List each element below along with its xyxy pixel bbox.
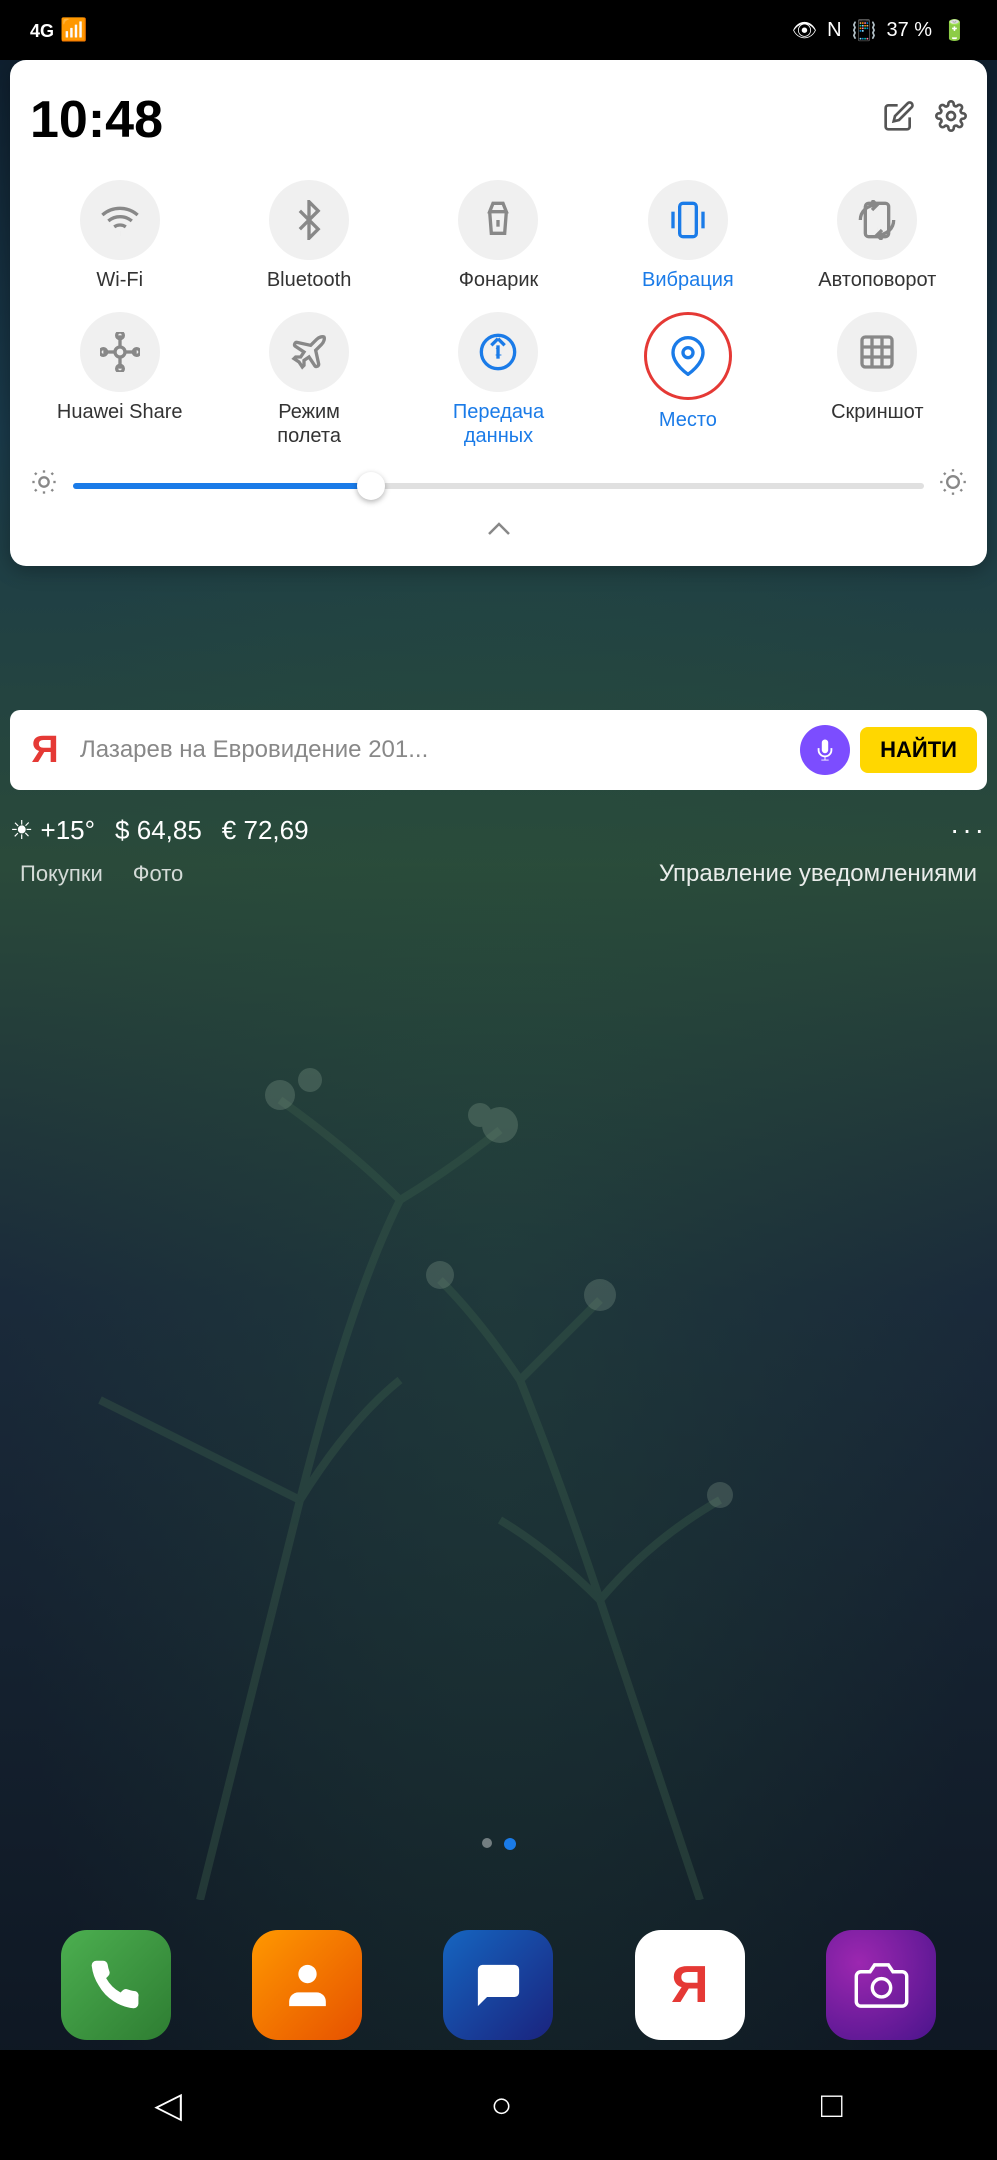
edit-button[interactable] [883, 100, 915, 140]
euro-rate: € 72,69 [222, 815, 309, 846]
home-button[interactable]: ○ [461, 2069, 543, 2141]
toggle-location[interactable]: Место [598, 312, 777, 448]
status-bar: 4G 📶 👁 N 📳 37 % 🔋 [0, 0, 997, 60]
collapse-arrow[interactable] [30, 518, 967, 546]
camera-app[interactable] [826, 1930, 936, 2040]
brightness-fill [73, 483, 371, 489]
panel-header: 10:48 [30, 90, 967, 150]
brightness-max-icon [939, 468, 967, 503]
contacts-app[interactable] [252, 1930, 362, 2040]
status-right-group: 👁 N 📳 37 % 🔋 [792, 18, 967, 43]
phone-app[interactable] [61, 1930, 171, 2040]
location-circle [644, 312, 732, 400]
toggle-flashlight[interactable]: Фонарик [409, 180, 588, 292]
messages-app[interactable] [443, 1930, 553, 2040]
search-text[interactable]: Лазарев на Евровидение 201... [80, 736, 800, 764]
page-dots [0, 1838, 997, 1850]
signal-text: 4G [30, 21, 54, 41]
recent-button[interactable]: □ [791, 2069, 873, 2141]
find-button[interactable]: НАЙТИ [860, 727, 977, 773]
bluetooth-label: Bluetooth [267, 268, 352, 292]
bluetooth-icon [269, 180, 349, 260]
shortcut-photos[interactable]: Фото [133, 861, 184, 887]
toggle-screenshot[interactable]: Скриншот [788, 312, 967, 448]
signal-indicator: 4G 📶 [30, 17, 88, 43]
brightness-min-icon [30, 468, 58, 503]
toggle-vibration[interactable]: Вибрация [598, 180, 777, 292]
toggle-grid-row1: Wi-Fi Bluetooth Фонарик [30, 180, 967, 292]
back-button[interactable]: ◁ [124, 2069, 212, 2141]
location-label: Место [659, 408, 717, 432]
nfc-icon: N [827, 19, 841, 42]
vibrate-status-icon: 📳 [852, 18, 877, 43]
settings-button[interactable] [935, 100, 967, 140]
toggle-huawei-share[interactable]: Huawei Share [30, 312, 209, 448]
toggle-autorotate[interactable]: Автоповорот [788, 180, 967, 292]
eye-icon: 👁 [792, 18, 817, 43]
shortcuts-bar: Покупки Фото Управление уведомлениями [0, 860, 997, 888]
wifi-label: Wi-Fi [96, 268, 143, 292]
notification-management[interactable]: Управление уведомлениями [659, 860, 977, 888]
toggle-bluetooth[interactable]: Bluetooth [219, 180, 398, 292]
screenshot-label: Скриншот [831, 400, 923, 424]
brightness-row [30, 468, 967, 503]
autorotate-icon [837, 180, 917, 260]
flashlight-label: Фонарик [459, 268, 539, 292]
vibration-label: Вибрация [642, 268, 734, 292]
quick-settings-panel: 10:48 [10, 60, 987, 566]
toggle-grid-row2: Huawei Share Режимполета 1 [30, 312, 967, 448]
vibration-icon [648, 180, 728, 260]
yandex-y-logo: Я [31, 729, 58, 772]
toggle-wifi[interactable]: Wi-Fi [30, 180, 209, 292]
weather-info: ☀ +15° [10, 815, 95, 846]
toggle-data-transfer[interactable]: 1 Передачаданных [409, 312, 588, 448]
yandex-search-bar[interactable]: Я Лазарев на Евровидение 201... НАЙТИ [10, 710, 987, 790]
huawei-share-label: Huawei Share [57, 400, 183, 424]
airplane-icon [269, 312, 349, 392]
info-bar: ☀ +15° $ 64,85 € 72,69 ··· [10, 800, 987, 860]
page-dot-1 [482, 1838, 492, 1848]
svg-text:1: 1 [495, 343, 502, 358]
battery-text: 37 % [887, 19, 933, 42]
wifi-icon [80, 180, 160, 260]
screenshot-icon [837, 312, 917, 392]
panel-header-icons [883, 100, 967, 140]
brightness-slider[interactable] [73, 483, 924, 489]
huawei-share-icon [80, 312, 160, 392]
yandex-logo: Я [20, 725, 70, 775]
more-info-dots[interactable]: ··· [950, 814, 987, 846]
navigation-bar: ◁ ○ □ [0, 2050, 997, 2160]
mic-button[interactable] [800, 725, 850, 775]
bottom-dock: Я [20, 1930, 977, 2040]
shortcut-purchases[interactable]: Покупки [20, 861, 103, 887]
airplane-label: Режимполета [277, 400, 341, 448]
autorotate-label: Автоповорот [818, 268, 936, 292]
flashlight-icon [458, 180, 538, 260]
signal-bars-icon: 📶 [60, 17, 87, 42]
dollar-rate: $ 64,85 [115, 815, 202, 846]
panel-time: 10:48 [30, 90, 163, 150]
toggle-airplane[interactable]: Режимполета [219, 312, 398, 448]
data-transfer-label: Передачаданных [453, 400, 544, 448]
page-dot-2 [504, 1838, 516, 1850]
yandex-app[interactable]: Я [635, 1930, 745, 2040]
data-transfer-icon: 1 [458, 312, 538, 392]
brightness-thumb[interactable] [357, 472, 385, 500]
battery-icon: 🔋 [942, 18, 967, 43]
wallpaper-art [0, 900, 997, 1900]
